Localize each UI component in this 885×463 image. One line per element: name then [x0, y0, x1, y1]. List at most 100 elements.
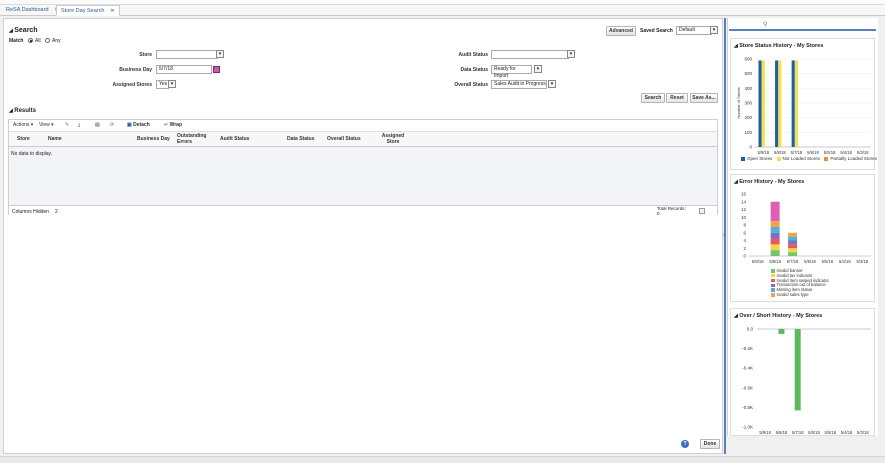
- help-icon[interactable]: ?: [681, 440, 689, 448]
- search-title: Search: [14, 27, 38, 34]
- y-axis-label: Number of Stores: [736, 87, 741, 118]
- col-data-status[interactable]: Data Status: [287, 136, 315, 143]
- view-menu[interactable]: View ▾: [39, 122, 54, 128]
- bar-segment: [788, 244, 798, 249]
- match-any-radio[interactable]: [45, 38, 50, 43]
- settings-icon[interactable]: [699, 208, 705, 214]
- chevron-down-icon[interactable]: ▾: [567, 50, 575, 58]
- y-tick-label: 300: [744, 101, 752, 106]
- table-header: Store Name Business Day Outstanding Erro…: [9, 132, 717, 147]
- chevron-down-icon[interactable]: ▾: [216, 50, 224, 58]
- close-icon[interactable]: ✕: [110, 8, 114, 14]
- error-history-chart: ◢ Error History - My Stores 0 2 4 6 8 10 12 14 1…: [730, 174, 875, 302]
- col-name[interactable]: Name: [48, 136, 62, 143]
- store-label: Store: [139, 52, 152, 58]
- legend-swatch: [771, 283, 775, 288]
- x-tick-label: 5/3/18: [856, 259, 868, 264]
- table-footer: Columns Hidden 2 Total Records: 0: [9, 205, 717, 216]
- over-short-chart: ◢ Over / Short History - My Stores 0.0 -0…: [730, 308, 875, 436]
- save-as-button[interactable]: Save As...: [690, 93, 718, 103]
- store-status-chart: ◢ Store Status History - My Stores 0 100 2…: [730, 38, 877, 170]
- bar: [791, 60, 795, 147]
- detach-icon: ▣: [127, 122, 132, 128]
- over-short-svg: 0.0 -0.2K -0.4K -0.6K -0.8K -1.0K 5/9/18 5/8/18…: [742, 327, 871, 435]
- chevron-down-icon: ▾: [51, 122, 54, 128]
- col-audit-status[interactable]: Audit Status: [220, 136, 249, 143]
- y-tick-label: -0.6K: [742, 385, 753, 390]
- y-tick-label: 500: [744, 71, 752, 76]
- col-assigned-store[interactable]: Assigned Store: [381, 133, 405, 145]
- refresh-icon[interactable]: ⟳: [110, 122, 114, 128]
- chevron-down-icon[interactable]: ▾: [710, 26, 718, 34]
- actions-menu[interactable]: Actions ▾: [13, 122, 33, 128]
- y-tick-label: -0.2K: [742, 346, 753, 351]
- y-tick-label: 16: [741, 192, 747, 197]
- bar: [778, 60, 782, 147]
- reset-button[interactable]: Reset: [666, 93, 688, 103]
- bar-segment: [770, 238, 780, 245]
- match-any-label: Any: [52, 38, 61, 44]
- chevron-down-icon[interactable]: ▾: [168, 80, 176, 88]
- status-bar: [0, 456, 885, 463]
- wrap-button[interactable]: ↵ Wrap: [164, 122, 182, 128]
- main-panel: ◢ Search Match All Any Advanced Saved Se…: [3, 18, 723, 454]
- tab-label: ReSA Dashboard: [6, 7, 49, 13]
- saved-search-select[interactable]: Default: [676, 26, 712, 35]
- bar-segment: [788, 252, 798, 256]
- right-panel-tab[interactable]: ⚲: [729, 19, 876, 31]
- match-label: Match: [9, 38, 24, 44]
- x-tick-label: 5/9/18: [759, 430, 771, 435]
- x-tick-label: 5/5/18: [822, 259, 834, 264]
- calendar-icon[interactable]: [213, 66, 220, 73]
- bar-segment: [788, 232, 798, 237]
- y-tick-label: -1.0K: [742, 425, 753, 430]
- x-tick-label: 5/6/18: [808, 430, 820, 435]
- business-day-field[interactable]: 5/7/18: [156, 65, 212, 74]
- y-tick-label: 14: [741, 199, 747, 204]
- collapse-handle-icon[interactable]: ›: [723, 232, 725, 238]
- edit-icon[interactable]: ✎: [65, 122, 69, 128]
- bar-segment: [770, 221, 780, 227]
- overall-status-select[interactable]: Sales Audit in Progress: [491, 80, 547, 89]
- y-tick-label: 0: [749, 145, 752, 150]
- tab-resa-dashboard[interactable]: ReSA Dashboard✕: [2, 5, 63, 16]
- col-store[interactable]: Store: [17, 136, 30, 143]
- saved-search-label: Saved Search: [640, 28, 673, 34]
- chevron-down-icon[interactable]: ▾: [534, 65, 542, 73]
- data-status-select[interactable]: Ready for Import: [491, 65, 532, 79]
- y-tick-label: -0.8K: [742, 405, 753, 410]
- x-tick-label: 5/5/18: [824, 430, 836, 435]
- col-outstanding-errors[interactable]: Outstanding Errors: [177, 133, 209, 145]
- chart-title: ◢ Store Status History - My Stores: [734, 43, 823, 49]
- results-header[interactable]: ◢ Results: [9, 108, 36, 114]
- advanced-button[interactable]: Advanced: [606, 26, 636, 36]
- bar-segment: [788, 248, 798, 253]
- chevron-down-icon[interactable]: ▾: [548, 80, 556, 88]
- bar: [794, 329, 801, 411]
- tab-store-day-search[interactable]: Store Day Search ✕: [56, 5, 120, 16]
- bar-segment: [788, 240, 798, 245]
- detach-label: Detach: [133, 122, 150, 128]
- col-business-day[interactable]: Business Day: [137, 136, 170, 143]
- col-overall-status[interactable]: Overall Status: [327, 136, 361, 143]
- match-all-radio[interactable]: [28, 38, 33, 43]
- view-label: View: [39, 122, 50, 128]
- search-button[interactable]: Search: [641, 93, 665, 103]
- print-icon[interactable]: ▤: [95, 122, 100, 128]
- detach-button[interactable]: ▣ Detach: [127, 122, 150, 128]
- results-title: Results: [14, 108, 36, 114]
- store-status-legend: Open Stores Not Loaded Stores Partially …: [741, 156, 877, 161]
- bar-segment: [770, 232, 780, 239]
- export-icon[interactable]: ⤓: [78, 122, 80, 128]
- audit-status-label: Audit Status: [458, 52, 488, 58]
- legend-not-loaded: Not Loaded Stores: [782, 156, 821, 161]
- legend-item: Invalid sales type: [771, 292, 829, 298]
- x-tick-label: 5/4/18: [840, 150, 852, 155]
- store-field[interactable]: [156, 50, 218, 59]
- x-tick-label: 5/8/18: [776, 430, 788, 435]
- audit-status-select[interactable]: [491, 50, 569, 59]
- store-status-title: Store Status History - My Stores: [739, 43, 824, 49]
- search-header[interactable]: ◢ Search: [9, 27, 38, 34]
- done-button[interactable]: Done: [700, 439, 720, 449]
- x-tick-label: 5/4/18: [839, 259, 851, 264]
